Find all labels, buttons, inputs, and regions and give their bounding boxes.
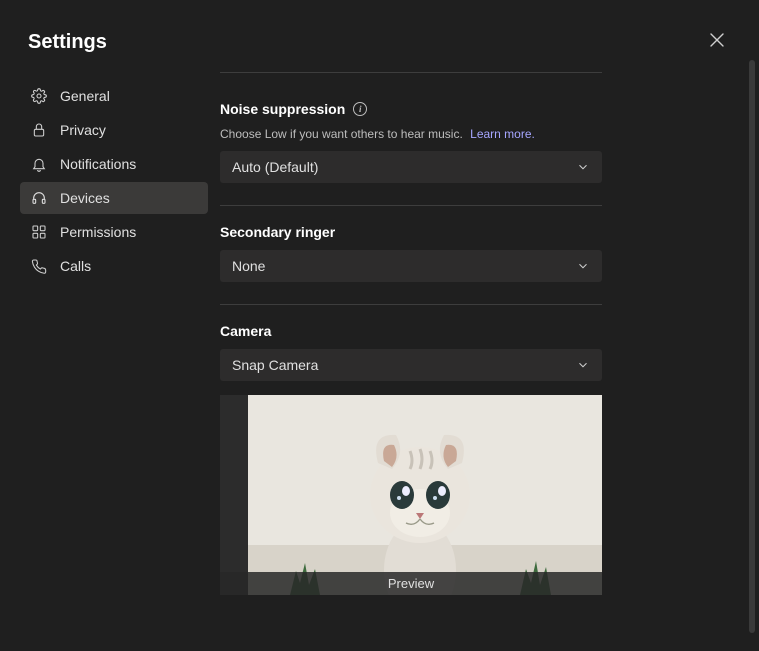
app-icon <box>30 223 48 241</box>
sidebar-item-label: Devices <box>60 190 110 206</box>
preview-label: Preview <box>220 572 602 595</box>
sidebar-item-label: Notifications <box>60 156 136 172</box>
divider <box>220 205 602 206</box>
dropdown-value: Auto (Default) <box>232 159 318 175</box>
noise-suppression-heading: Noise suppression i <box>220 101 602 117</box>
help-text: Choose Low if you want others to hear mu… <box>220 127 463 141</box>
close-button[interactable] <box>703 28 731 56</box>
sidebar-item-notifications[interactable]: Notifications <box>20 148 208 180</box>
dropdown-value: None <box>232 258 265 274</box>
phone-icon <box>30 257 48 275</box>
noise-suppression-help: Choose Low if you want others to hear mu… <box>220 127 602 141</box>
gear-icon <box>30 87 48 105</box>
noise-suppression-dropdown[interactable]: Auto (Default) <box>220 151 602 183</box>
sidebar-item-label: General <box>60 88 110 104</box>
secondary-ringer-heading: Secondary ringer <box>220 224 602 240</box>
bell-icon <box>30 155 48 173</box>
camera-dropdown[interactable]: Snap Camera <box>220 349 602 381</box>
divider <box>220 72 602 73</box>
sidebar-item-label: Calls <box>60 258 91 274</box>
headset-icon <box>30 189 48 207</box>
sidebar-item-label: Permissions <box>60 224 136 240</box>
heading-text: Camera <box>220 323 271 339</box>
sidebar-item-general[interactable]: General <box>20 80 208 112</box>
sidebar-item-label: Privacy <box>60 122 106 138</box>
secondary-ringer-dropdown[interactable]: None <box>220 250 602 282</box>
main-content: Noise suppression i Choose Low if you wa… <box>208 72 759 651</box>
sidebar-item-calls[interactable]: Calls <box>20 250 208 282</box>
sidebar-item-permissions[interactable]: Permissions <box>20 216 208 248</box>
heading-text: Noise suppression <box>220 101 345 117</box>
lock-icon <box>30 121 48 139</box>
heading-text: Secondary ringer <box>220 224 335 240</box>
chevron-down-icon <box>576 358 590 372</box>
sidebar: General Privacy Notifications Devices Pe <box>0 72 208 651</box>
camera-preview: Preview <box>220 395 602 595</box>
sidebar-item-devices[interactable]: Devices <box>20 182 208 214</box>
chevron-down-icon <box>576 160 590 174</box>
info-icon[interactable]: i <box>353 102 367 116</box>
page-title: Settings <box>28 31 107 54</box>
scrollbar[interactable] <box>749 60 755 633</box>
close-icon <box>710 33 724 52</box>
dropdown-value: Snap Camera <box>232 357 318 373</box>
learn-more-link[interactable]: Learn more. <box>470 127 535 141</box>
sidebar-item-privacy[interactable]: Privacy <box>20 114 208 146</box>
chevron-down-icon <box>576 259 590 273</box>
camera-heading: Camera <box>220 323 602 339</box>
camera-preview-image <box>220 395 602 595</box>
divider <box>220 304 602 305</box>
